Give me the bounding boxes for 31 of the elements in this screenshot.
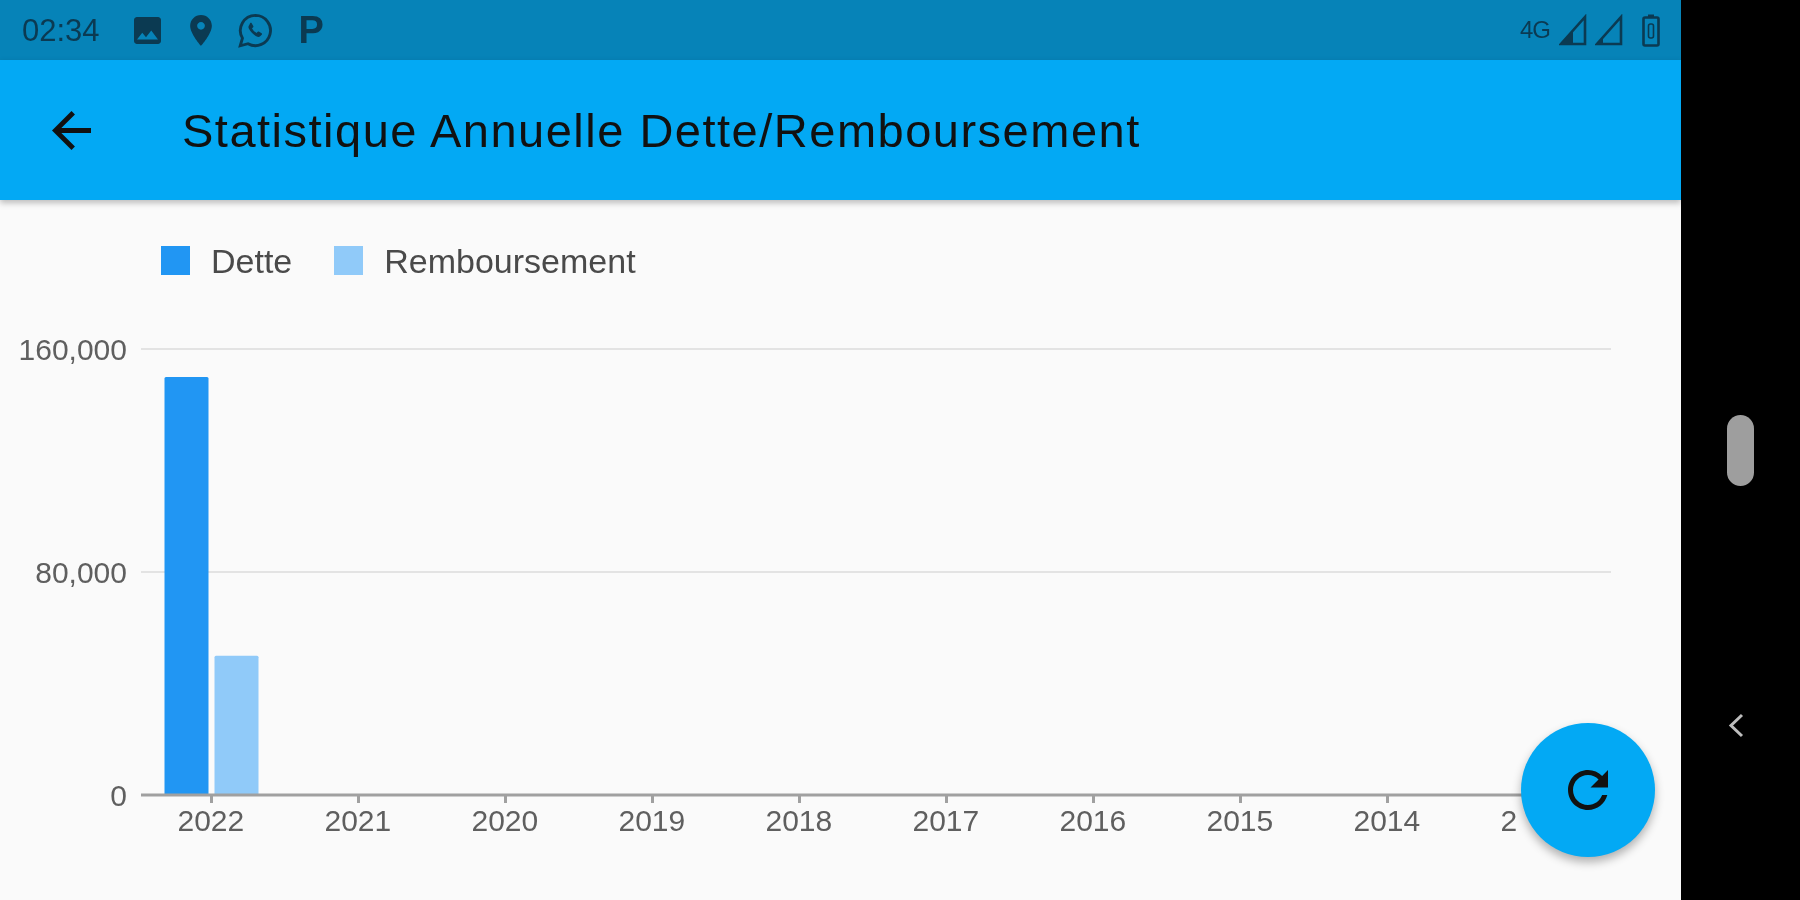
x-axis-label: 2021 [324, 804, 392, 837]
back-arrow-icon [52, 110, 91, 150]
x-axis-label: 2020 [471, 804, 539, 837]
legend-label: Dette [211, 243, 293, 278]
battery-icon [1642, 13, 1660, 47]
refresh-icon [1568, 770, 1608, 810]
signal-icon [1559, 14, 1587, 46]
image-icon [133, 16, 161, 44]
x-axis-label: 2022 [177, 804, 245, 837]
x-axis-label: 2016 [1059, 804, 1127, 837]
y-axis-label: 0 [110, 779, 127, 812]
screen-title: Statistique Annuelle Dette/Remboursement [182, 102, 1141, 158]
y-axis-label: 160,000 [18, 333, 127, 366]
notification-letter: P [298, 11, 324, 49]
chat-phone-icon [237, 12, 273, 48]
signal-icon [1595, 14, 1623, 46]
y-axis-label: 80,000 [35, 556, 127, 589]
legend-label: Remboursement [384, 243, 636, 278]
status-time: 02:34 [22, 14, 100, 46]
x-axis-label: 2 [1500, 804, 1518, 837]
back-chevron-icon[interactable] [1728, 713, 1744, 738]
refresh-button[interactable] [1521, 723, 1655, 857]
network-type: 4G [1520, 18, 1550, 42]
x-axis-label: 2018 [765, 804, 833, 837]
home-handle[interactable] [1727, 415, 1754, 486]
location-pin-icon [189, 14, 212, 46]
x-axis-label: 2017 [912, 804, 980, 837]
x-axis-label: 2014 [1353, 804, 1421, 837]
x-axis-label: 2019 [618, 804, 686, 837]
back-button[interactable] [52, 110, 91, 150]
x-axis-label: 2015 [1206, 804, 1274, 837]
